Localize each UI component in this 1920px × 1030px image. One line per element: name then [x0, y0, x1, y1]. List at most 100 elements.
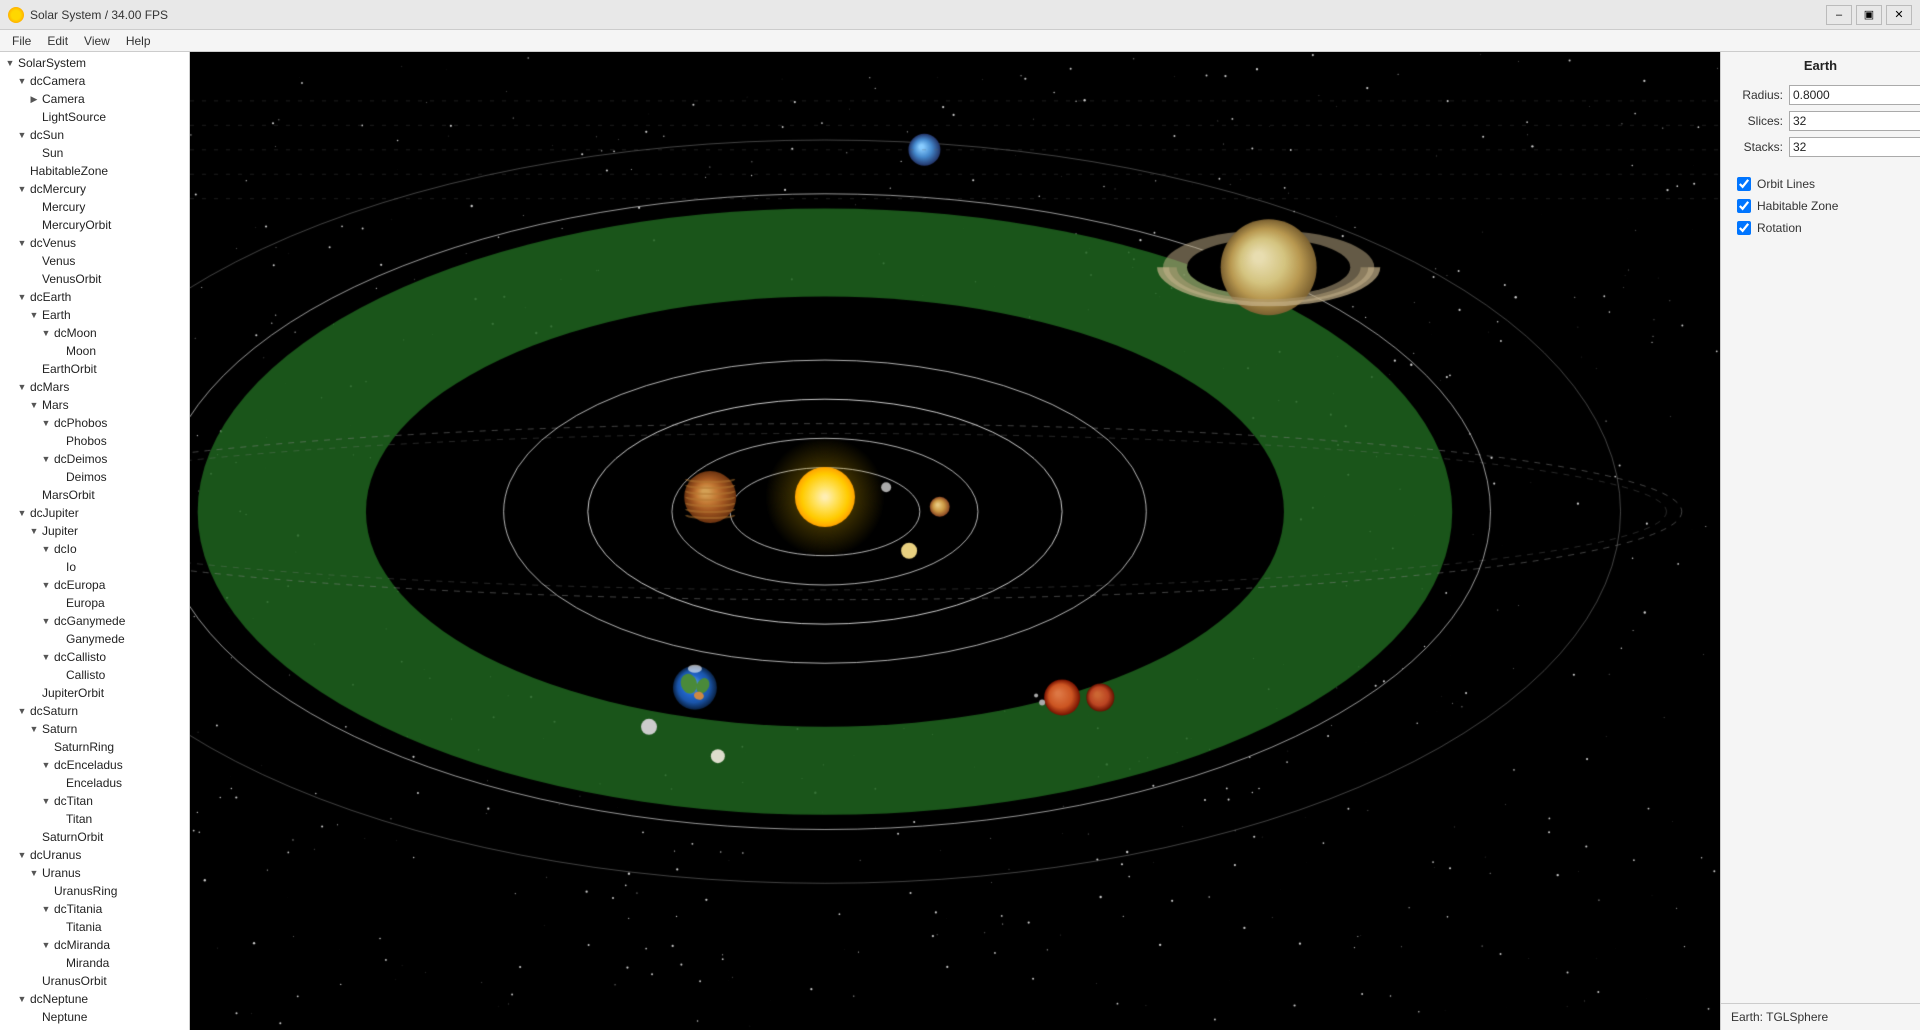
tree-item-dc-uranus[interactable]: dcUranus	[0, 846, 189, 864]
stacks-input[interactable]	[1789, 137, 1920, 157]
tree-item-camera[interactable]: Camera	[0, 90, 189, 108]
tree-item-jupiter[interactable]: Jupiter	[0, 522, 189, 540]
tree-label-saturn: Saturn	[40, 722, 77, 736]
tree-arrow-dc-uranus	[16, 849, 28, 861]
tree-item-saturn-orbit[interactable]: SaturnOrbit	[0, 828, 189, 846]
tree-arrow-dc-titania	[40, 903, 52, 915]
radius-row: Radius:	[1733, 85, 1908, 105]
tree-arrow-dc-jupiter	[16, 507, 28, 519]
maximize-button[interactable]: ▣	[1856, 5, 1882, 25]
tree-item-enceladus[interactable]: Enceladus	[0, 774, 189, 792]
tree-arrow-solar-system	[4, 57, 16, 69]
sidebar-scroll[interactable]: SolarSystemdcCamera Camera LightSourcedcSu…	[0, 52, 189, 1030]
menu-file[interactable]: File	[4, 32, 39, 50]
tree-item-dc-phobos[interactable]: dcPhobos	[0, 414, 189, 432]
tree-item-dc-ganymede[interactable]: dcGanymede	[0, 612, 189, 630]
tree-item-phobos[interactable]: Phobos	[0, 432, 189, 450]
tree-label-dc-titania: dcTitania	[52, 902, 102, 916]
tree-item-mercury[interactable]: Mercury	[0, 198, 189, 216]
tree-item-light-source[interactable]: LightSource	[0, 108, 189, 126]
tree-label-titan: Titan	[64, 812, 92, 826]
viewport[interactable]	[190, 52, 1720, 1030]
tree-item-dc-earth[interactable]: dcEarth	[0, 288, 189, 306]
tree-item-sun[interactable]: Sun	[0, 144, 189, 162]
tree-item-solar-system[interactable]: SolarSystem	[0, 54, 189, 72]
tree-item-moon[interactable]: Moon	[0, 342, 189, 360]
tree-item-dc-titan[interactable]: dcTitan	[0, 792, 189, 810]
tree-label-habitable-zone: HabitableZone	[28, 164, 108, 178]
tree-item-uranus-ring[interactable]: UranusRing	[0, 882, 189, 900]
tree-item-dc-callisto[interactable]: dcCallisto	[0, 648, 189, 666]
tree-item-dc-io[interactable]: dcIo	[0, 540, 189, 558]
tree-label-earth: Earth	[40, 308, 71, 322]
tree-item-earth[interactable]: Earth	[0, 306, 189, 324]
tree-item-neptune[interactable]: Neptune	[0, 1008, 189, 1026]
tree-item-deimos[interactable]: Deimos	[0, 468, 189, 486]
title-bar-left: Solar System / 34.00 FPS	[8, 7, 168, 23]
orbit-lines-checkbox[interactable]	[1737, 177, 1751, 191]
menu-edit[interactable]: Edit	[39, 32, 76, 50]
tree-item-dc-camera[interactable]: dcCamera	[0, 72, 189, 90]
status-bar-right: Earth: TGLSphere	[1721, 1003, 1920, 1030]
orbit-lines-row[interactable]: Orbit Lines	[1737, 177, 1904, 191]
tree-label-callisto: Callisto	[64, 668, 105, 682]
tree-item-dc-deimos[interactable]: dcDeimos	[0, 450, 189, 468]
tree-item-io[interactable]: Io	[0, 558, 189, 576]
tree-label-neptune: Neptune	[40, 1010, 87, 1024]
tree-item-mars-orbit[interactable]: MarsOrbit	[0, 486, 189, 504]
tree-item-venus[interactable]: Venus	[0, 252, 189, 270]
tree-item-dc-saturn[interactable]: dcSaturn	[0, 702, 189, 720]
tree-container: SolarSystemdcCamera Camera LightSourcedcSu…	[0, 54, 189, 1026]
stacks-row: Stacks:	[1733, 137, 1908, 157]
tree-label-dc-io: dcIo	[52, 542, 77, 556]
tree-item-dc-miranda[interactable]: dcMiranda	[0, 936, 189, 954]
tree-label-sun: Sun	[40, 146, 63, 160]
tree-item-dc-moon[interactable]: dcMoon	[0, 324, 189, 342]
tree-item-titania[interactable]: Titania	[0, 918, 189, 936]
menu-view[interactable]: View	[76, 32, 118, 50]
tree-item-europa[interactable]: Europa	[0, 594, 189, 612]
tree-item-dc-enceladus[interactable]: dcEnceladus	[0, 756, 189, 774]
tree-item-callisto[interactable]: Callisto	[0, 666, 189, 684]
tree-item-earth-orbit[interactable]: EarthOrbit	[0, 360, 189, 378]
tree-item-titan[interactable]: Titan	[0, 810, 189, 828]
tree-item-saturn-ring[interactable]: SaturnRing	[0, 738, 189, 756]
tree-arrow-dc-neptune	[16, 993, 28, 1005]
radius-input[interactable]	[1789, 85, 1920, 105]
tree-item-jupiter-orbit[interactable]: JupiterOrbit	[0, 684, 189, 702]
tree-item-saturn[interactable]: Saturn	[0, 720, 189, 738]
tree-item-dc-mars[interactable]: dcMars	[0, 378, 189, 396]
tree-item-venus-orbit[interactable]: VenusOrbit	[0, 270, 189, 288]
stacks-label: Stacks:	[1733, 140, 1783, 154]
tree-item-mars[interactable]: Mars	[0, 396, 189, 414]
tree-item-habitable-zone[interactable]: HabitableZone	[0, 162, 189, 180]
tree-label-deimos: Deimos	[64, 470, 107, 484]
tree-label-earth-orbit: EarthOrbit	[40, 362, 97, 376]
tree-label-mercury-orbit: MercuryOrbit	[40, 218, 111, 232]
menu-help[interactable]: Help	[118, 32, 159, 50]
tree-item-miranda[interactable]: Miranda	[0, 954, 189, 972]
tree-arrow-dc-venus	[16, 237, 28, 249]
habitable-zone-checkbox[interactable]	[1737, 199, 1751, 213]
close-button[interactable]: ✕	[1886, 5, 1912, 25]
tree-item-uranus-orbit[interactable]: UranusOrbit	[0, 972, 189, 990]
rotation-row[interactable]: Rotation	[1737, 221, 1904, 235]
tree-label-dc-europa: dcEuropa	[52, 578, 105, 592]
tree-item-dc-sun[interactable]: dcSun	[0, 126, 189, 144]
tree-item-dc-titania[interactable]: dcTitania	[0, 900, 189, 918]
minimize-button[interactable]: –	[1826, 5, 1852, 25]
tree-item-mercury-orbit[interactable]: MercuryOrbit	[0, 216, 189, 234]
properties-title: Earth	[1721, 52, 1920, 77]
tree-item-dc-mercury[interactable]: dcMercury	[0, 180, 189, 198]
rotation-checkbox[interactable]	[1737, 221, 1751, 235]
tree-item-uranus[interactable]: Uranus	[0, 864, 189, 882]
tree-item-dc-neptune[interactable]: dcNeptune	[0, 990, 189, 1008]
tree-item-dc-venus[interactable]: dcVenus	[0, 234, 189, 252]
tree-item-ganymede[interactable]: Ganymede	[0, 630, 189, 648]
tree-item-dc-europa[interactable]: dcEuropa	[0, 576, 189, 594]
tree-label-camera: Camera	[40, 92, 85, 106]
main-content: SolarSystemdcCamera Camera LightSourcedcSu…	[0, 52, 1920, 1030]
habitable-zone-row[interactable]: Habitable Zone	[1737, 199, 1904, 213]
tree-item-dc-jupiter[interactable]: dcJupiter	[0, 504, 189, 522]
slices-input[interactable]	[1789, 111, 1920, 131]
